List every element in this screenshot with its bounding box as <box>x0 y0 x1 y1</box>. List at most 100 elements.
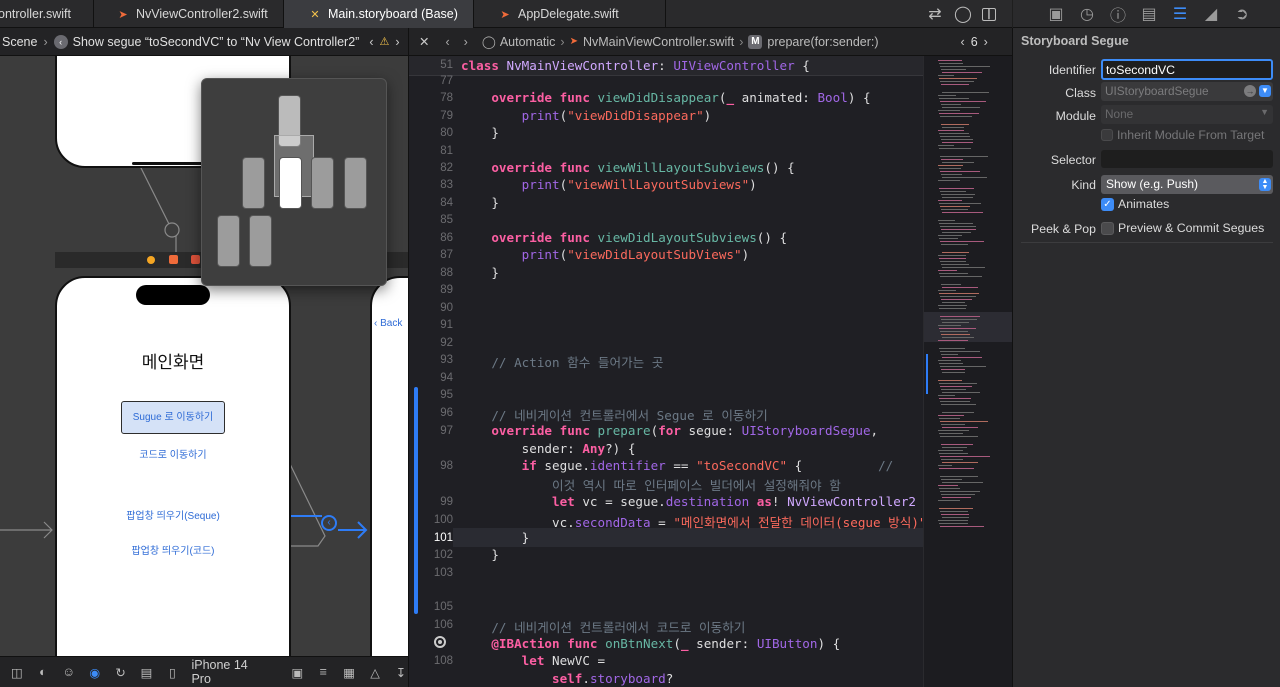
related-items-icon[interactable]: ◯ <box>954 6 972 23</box>
minimap-line <box>939 98 970 100</box>
class-field[interactable]: UIStoryboardSegue → ▼ <box>1101 82 1273 101</box>
tab-label: ontroller.swift <box>0 7 71 21</box>
rotate-icon[interactable]: ↻ <box>114 664 128 680</box>
history-inspector-icon[interactable]: ◷ <box>1078 6 1096 23</box>
segue-move-button[interactable]: Sugue 로 이동하기 <box>121 401 225 434</box>
device-name[interactable]: iPhone 14 Pro <box>191 658 260 686</box>
device-icon[interactable]: ▯ <box>166 664 180 680</box>
embed-icon[interactable]: ↧ <box>394 664 408 680</box>
chevron-down-icon[interactable]: ▼ <box>1259 85 1271 97</box>
jump-file[interactable]: NvMainViewController.swift <box>583 35 734 49</box>
resolve-icon[interactable]: △ <box>368 664 382 680</box>
line-number: 79 <box>440 110 453 122</box>
jump-method[interactable]: prepare(for:sender:) <box>767 35 878 49</box>
globe-icon[interactable]: ◉ <box>88 664 102 680</box>
forward-icon[interactable]: › <box>464 35 468 49</box>
minimap-line <box>939 223 973 225</box>
popup-segue-button[interactable]: 팝업창 띄우기(Seque) <box>57 507 289 522</box>
size-inspector-icon[interactable]: ◢ <box>1202 6 1220 23</box>
overview-scene-thumb[interactable] <box>242 157 265 209</box>
help-inspector-icon[interactable]: ⓘ <box>1109 6 1127 25</box>
storyboard-canvas[interactable]: ‹ 메인화면 Sugue 로 이동하기 코드로 이동하기 팝업창 띄우기(Seq… <box>0 56 408 656</box>
inherit-module-label: Inherit Module From Target <box>1117 128 1265 142</box>
line-number: 94 <box>440 372 453 384</box>
identity-inspector-icon[interactable]: ▤ <box>1140 6 1158 23</box>
chevron-left-icon[interactable]: ‹ <box>369 35 373 49</box>
minimap-line <box>941 69 967 71</box>
code-line: override func prepare(for segue: UIStory… <box>491 423 879 438</box>
minimap-line <box>940 261 966 263</box>
code-line: class NvMainViewController: UIViewContro… <box>461 58 810 73</box>
minimap[interactable] <box>923 56 1012 687</box>
back-button[interactable]: ‹ Back <box>374 318 402 329</box>
first-responder-icon[interactable] <box>169 255 178 264</box>
go-to-class-icon[interactable]: → <box>1244 85 1256 97</box>
kind-select[interactable]: Show (e.g. Push) ▲ ▼ <box>1101 175 1273 194</box>
minimap-line <box>939 433 963 435</box>
appearance-icon[interactable]: ◐ <box>36 664 50 680</box>
main-view-controller-scene[interactable]: 메인화면 Sugue 로 이동하기 코드로 이동하기 팝업창 띄우기(Seque… <box>55 276 291 656</box>
back-icon[interactable]: ‹ <box>445 35 449 49</box>
swap-arrows-icon[interactable]: ⇄ <box>926 6 944 23</box>
traits-icon[interactable]: ▤ <box>140 664 154 680</box>
overview-scene-thumb[interactable] <box>311 157 334 209</box>
tab-controller-swift[interactable]: ontroller.swift <box>0 0 94 28</box>
animates-checkbox[interactable]: ✓ <box>1101 198 1114 211</box>
code-move-button[interactable]: 코드로 이동하기 <box>57 446 289 461</box>
tab-label: Main.storyboard (Base) <box>328 7 458 21</box>
connections-inspector-icon[interactable]: ➲ <box>1233 6 1251 23</box>
line-number: 106 <box>433 619 453 631</box>
inherit-module-checkbox[interactable] <box>1101 129 1113 141</box>
overview-scene-thumb[interactable] <box>249 215 272 267</box>
split-editor-icon[interactable]: ┃ <box>982 7 996 21</box>
second-view-controller-scene[interactable]: ‹ Back <box>370 276 408 656</box>
line-number: 88 <box>440 267 453 279</box>
exit-icon[interactable] <box>191 255 200 264</box>
overview-scene-thumb[interactable] <box>279 157 302 209</box>
segue-selected-icon[interactable]: ‹ <box>321 515 337 531</box>
constraints-icon[interactable]: ▦ <box>342 664 356 680</box>
next-issue-icon[interactable]: › <box>984 35 988 49</box>
align-icon[interactable]: ≡ <box>316 664 330 680</box>
warning-icon[interactable]: ⚠ <box>380 35 390 48</box>
vc-dock-icon[interactable] <box>147 256 155 264</box>
popup-code-button[interactable]: 팝업창 띄우기(코드) <box>57 542 289 557</box>
overview-scene-thumb[interactable] <box>217 215 240 267</box>
minimap-line <box>941 479 962 481</box>
attributes-inspector: Storyboard Segue Identifier Class UIStor… <box>1012 28 1280 687</box>
zoom-fit-icon[interactable]: ▣ <box>290 664 304 680</box>
related-files-icon[interactable]: ◯ <box>482 34 496 49</box>
code-editor[interactable]: 51 77 78 79 80 81 82 83 84 85 86 87 88 89 90 91 92 93 94 9… <box>409 56 923 687</box>
file-inspector-icon[interactable]: ▣ <box>1047 6 1065 23</box>
sidebar-toggle-icon[interactable]: ◫ <box>10 664 24 680</box>
minimap-line <box>941 514 969 516</box>
minimap-line <box>942 302 966 304</box>
minimap-line <box>941 174 962 176</box>
tab-main-storyboard[interactable]: ✕ Main.storyboard (Base) <box>284 0 474 28</box>
minimap-line <box>941 369 965 371</box>
chevron-right-icon[interactable]: › <box>395 35 399 49</box>
tab-nvviewcontroller2[interactable]: ➤ NvViewController2.swift <box>94 0 284 28</box>
jump-segue[interactable]: Show segue “toSecondVC” to “Nv View Cont… <box>73 35 360 49</box>
jump-automatic[interactable]: Automatic <box>500 35 556 49</box>
close-editor-icon[interactable]: ✕ <box>419 34 429 49</box>
code-line: print("viewDidLayoutSubViews") <box>521 247 750 262</box>
jump-scene[interactable]: Scene <box>2 35 37 49</box>
accessibility-icon[interactable]: ☺ <box>62 664 76 680</box>
tab-appdelegate[interactable]: ➤ AppDelegate.swift <box>474 0 666 28</box>
identifier-input[interactable] <box>1101 59 1273 80</box>
section-title: Storyboard Segue <box>1021 34 1129 48</box>
minimap-line <box>938 290 956 292</box>
selector-input[interactable] <box>1101 150 1273 168</box>
canvas-bottom-bar: ◫ ◐ ☺ ◉ ↻ ▤ ▯ iPhone 14 Pro ▣ ≡ ▦ △ ↧ <box>0 656 408 687</box>
module-field[interactable]: None ▼ <box>1101 105 1273 124</box>
main-title-label[interactable]: 메인화면 <box>57 348 289 373</box>
canvas-overview-popup[interactable] <box>201 78 387 286</box>
minimap-line <box>940 366 986 368</box>
overview-scene-thumb[interactable] <box>344 157 367 209</box>
attributes-inspector-icon[interactable]: ☰ <box>1171 6 1189 23</box>
preview-commit-checkbox[interactable] <box>1101 222 1114 235</box>
chevron-down-icon: ▼ <box>1260 107 1269 117</box>
prev-issue-icon[interactable]: ‹ <box>961 35 965 49</box>
line-number: 93 <box>440 354 453 366</box>
